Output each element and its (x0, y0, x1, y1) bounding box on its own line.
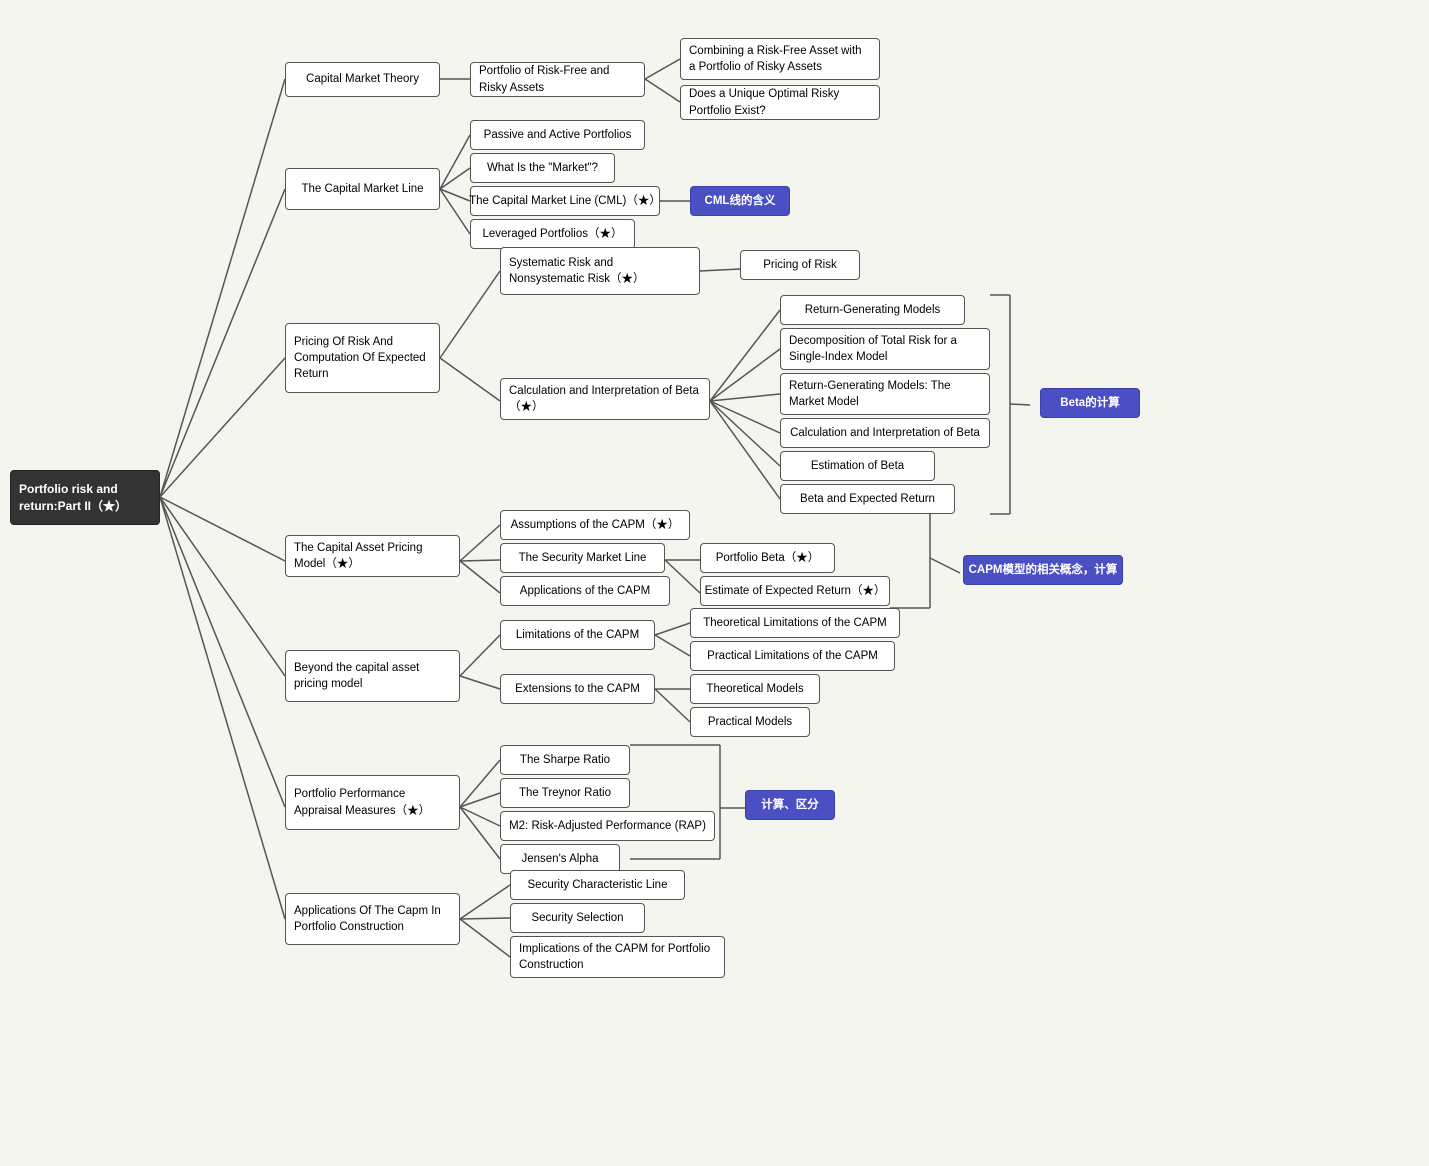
passive-active-node: Passive and Active Portfolios (470, 120, 645, 150)
pricing-of-risk-node: Pricing of Risk (740, 250, 860, 280)
pricing-risk-node: Pricing Of Risk And Computation Of Expec… (285, 323, 440, 393)
theoretical-limitations-node: Theoretical Limitations of the CAPM (690, 608, 900, 638)
sharpe-ratio-node: The Sharpe Ratio (500, 745, 630, 775)
capital-market-line-node: The Capital Market Line (285, 168, 440, 210)
return-generating-models-node: Return-Generating Models (780, 295, 965, 325)
portfolio-performance-node: Portfolio Performance Appraisal Measures… (285, 775, 460, 830)
calc-interp-beta-node: Calculation and Interpretation of Beta (780, 418, 990, 448)
estimate-expected-return-node: Estimate of Expected Return（★） (700, 576, 890, 606)
security-characteristic-line-node: Security Characteristic Line (510, 870, 685, 900)
systematic-risk-node: Systematic Risk and Nonsystematic Risk（★… (500, 247, 700, 295)
portfolio-beta-node: Portfolio Beta（★） (700, 543, 835, 573)
cml-node: The Capital Market Line (CML)（★） (470, 186, 660, 216)
beta-calc-accent: Beta的计算 (1040, 388, 1140, 418)
security-market-line-node: The Security Market Line (500, 543, 665, 573)
theoretical-models-node: Theoretical Models (690, 674, 820, 704)
root-node: Portfolio risk and return:Part II（★） (10, 470, 160, 525)
capm-node: The Capital Asset Pricing Model（★） (285, 535, 460, 577)
portfolio-risk-free-node: Portfolio of Risk-Free and Risky Assets (470, 62, 645, 97)
security-selection-node: Security Selection (510, 903, 645, 933)
beta-expected-return-node: Beta and Expected Return (780, 484, 955, 514)
calc-distinction-accent: 计算、区分 (745, 790, 835, 820)
applications-capm-node: Applications Of The Capm In Portfolio Co… (285, 893, 460, 945)
leveraged-portfolios-node: Leveraged Portfolios（★） (470, 219, 635, 249)
treynor-ratio-node: The Treynor Ratio (500, 778, 630, 808)
estimation-beta-node: Estimation of Beta (780, 451, 935, 481)
beta-calc-node: Calculation and Interpretation of Beta（★… (500, 378, 710, 420)
practical-limitations-node: Practical Limitations of the CAPM (690, 641, 895, 671)
capital-market-theory-node: Capital Market Theory (285, 62, 440, 97)
assumptions-capm-node: Assumptions of the CAPM（★） (500, 510, 690, 540)
combining-risk-free-node: Combining a Risk-Free Asset with a Portf… (680, 38, 880, 80)
capm-accent: CAPM模型的相关概念，计算 (963, 555, 1123, 585)
applications-capm-sub-node: Applications of the CAPM (500, 576, 670, 606)
limitations-capm-node: Limitations of the CAPM (500, 620, 655, 650)
mindmap-container: Portfolio risk and return:Part II（★） Cap… (0, 0, 1429, 1166)
unique-optimal-node: Does a Unique Optimal Risky Portfolio Ex… (680, 85, 880, 120)
beyond-capm-node: Beyond the capital asset pricing model (285, 650, 460, 702)
m2-rap-node: M2: Risk-Adjusted Performance (RAP) (500, 811, 715, 841)
return-generating-market-model-node: Return-Generating Models: The Market Mod… (780, 373, 990, 415)
extensions-capm-node: Extensions to the CAPM (500, 674, 655, 704)
cml-meaning-accent: CML线的含义 (690, 186, 790, 216)
what-is-market-node: What Is the "Market"? (470, 153, 615, 183)
decomposition-total-risk-node: Decomposition of Total Risk for a Single… (780, 328, 990, 370)
practical-models-node: Practical Models (690, 707, 810, 737)
implications-capm-node: Implications of the CAPM for Portfolio C… (510, 936, 725, 978)
